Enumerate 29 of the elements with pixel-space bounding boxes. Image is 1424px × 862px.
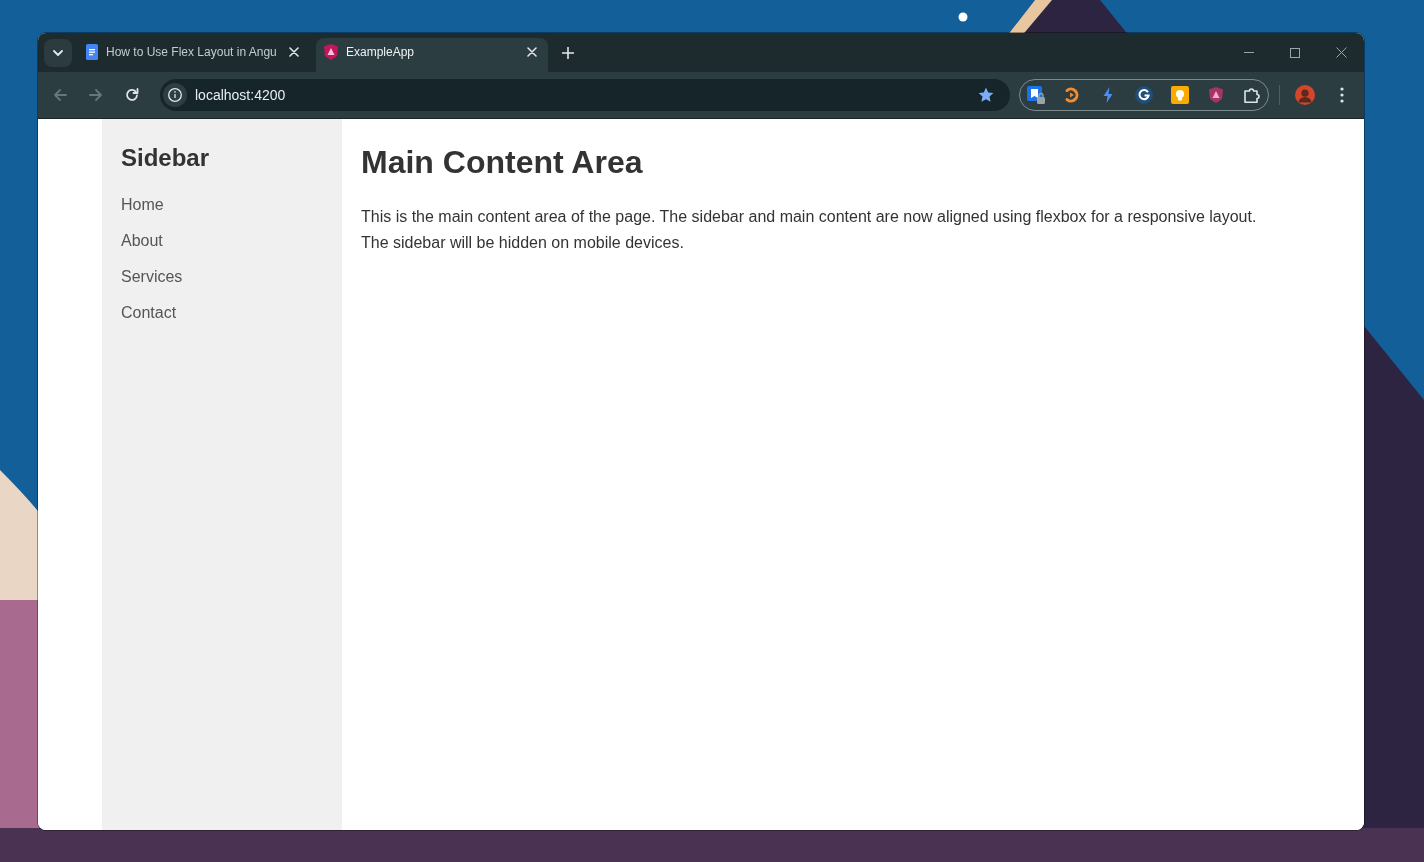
document-icon	[86, 44, 98, 60]
info-icon[interactable]	[163, 83, 187, 107]
chevron-down-icon	[53, 49, 63, 56]
puzzle-icon[interactable]	[1243, 86, 1261, 104]
shield-icon	[324, 44, 338, 60]
star-icon[interactable]	[978, 87, 994, 103]
arc-icon[interactable]	[1064, 87, 1080, 103]
avatar-icon[interactable]	[1295, 85, 1315, 105]
address-field[interactable]: localhost:4200	[160, 79, 1010, 111]
moon-icon	[958, 12, 968, 22]
sidebar-link[interactable]: Contact	[121, 303, 177, 323]
main-heading: Main Content Area	[361, 144, 644, 181]
more-menu-icon[interactable]	[1340, 87, 1344, 103]
browser-tab[interactable]: How to Use Flex Layout in Angu	[78, 38, 310, 72]
close-icon[interactable]	[1335, 47, 1347, 58]
reload-icon[interactable]	[125, 88, 139, 102]
sidebar-link[interactable]: Services	[121, 267, 183, 287]
lightning-icon[interactable]	[1103, 87, 1113, 103]
sidebar-link[interactable]: About	[121, 231, 163, 251]
plus-icon[interactable]	[562, 46, 574, 59]
browser-tab[interactable]: ExampleApp	[316, 38, 548, 72]
g-ring-icon[interactable]	[1135, 86, 1153, 104]
maximize-icon[interactable]	[1290, 47, 1300, 58]
tab-search-button[interactable]	[44, 38, 72, 67]
lock-badge-icon[interactable]	[1027, 86, 1045, 104]
sidebar-title: Sidebar	[121, 144, 211, 172]
sidebar-link[interactable]: Home	[121, 195, 164, 215]
main-paragraph: This is the main content area of the page. The sidebar and main content are now aligned using flexbox for a responsive layout. The sidebar will be hidden on mobile devices.	[361, 207, 1258, 253]
shield-icon[interactable]	[1209, 87, 1223, 103]
